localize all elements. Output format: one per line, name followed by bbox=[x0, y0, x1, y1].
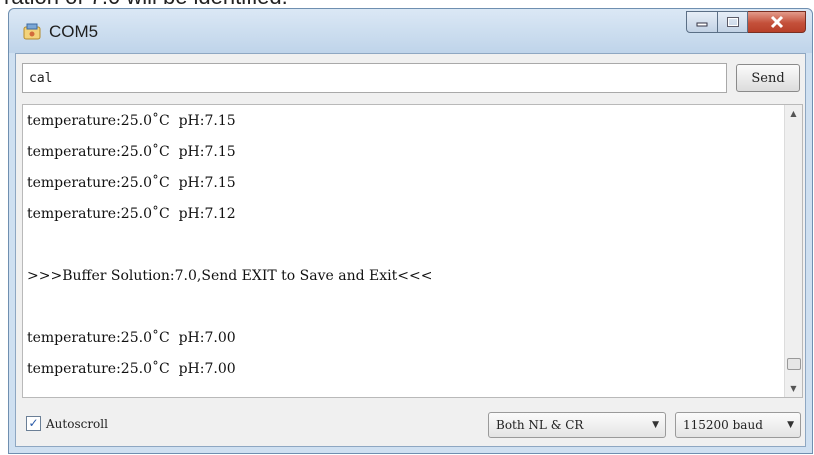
output-line-buffer-message: >>>Buffer Solution:7.0,Send EXIT to Save… bbox=[27, 268, 433, 284]
output-line: temperature:25.0˚C pH:7.15 bbox=[27, 113, 236, 129]
document-caption-fragment: ration of 7.0 will be identified. bbox=[0, 0, 814, 8]
window-title: COM5 bbox=[49, 22, 99, 41]
autoscroll-checkbox[interactable]: ✓ bbox=[26, 416, 41, 431]
maximize-icon bbox=[726, 17, 739, 27]
output-line: temperature:25.0˚C pH:7.12 bbox=[27, 206, 236, 222]
close-icon bbox=[770, 15, 783, 29]
status-bar: ✓ Autoscroll Both NL & CR ▼ 115200 baud … bbox=[16, 404, 805, 444]
output-line: temperature:25.0˚C pH:7.00 bbox=[27, 330, 236, 346]
close-button[interactable] bbox=[748, 11, 806, 33]
minimize-button[interactable] bbox=[686, 11, 718, 33]
serial-output[interactable]: temperature:25.0˚C pH:7.15 temperature:2… bbox=[22, 104, 803, 398]
serial-monitor-window: COM5 Send temperature:25.0˚C pH:7.15 tem… bbox=[8, 8, 813, 454]
command-input[interactable] bbox=[22, 63, 727, 93]
window-controls bbox=[686, 11, 806, 35]
output-line: temperature:25.0˚C pH:7.15 bbox=[27, 175, 236, 191]
maximize-button[interactable] bbox=[718, 11, 748, 33]
title-bar[interactable]: COM5 bbox=[9, 9, 812, 53]
minimize-icon bbox=[696, 22, 708, 27]
autoscroll-toggle[interactable]: ✓ Autoscroll bbox=[26, 416, 108, 431]
send-bar: Send bbox=[16, 54, 805, 104]
vertical-scrollbar[interactable]: ▲ ▼ bbox=[784, 105, 802, 397]
chevron-down-icon: ▼ bbox=[652, 420, 659, 430]
scrollbar-thumb[interactable] bbox=[787, 358, 801, 370]
chevron-down-icon: ▼ bbox=[787, 420, 794, 430]
output-line: temperature:25.0˚C pH:7.15 bbox=[27, 144, 236, 160]
line-ending-value: Both NL & CR bbox=[496, 418, 584, 432]
scroll-down-arrow-icon[interactable]: ▼ bbox=[785, 380, 802, 397]
line-ending-dropdown[interactable]: Both NL & CR ▼ bbox=[488, 412, 666, 438]
serial-monitor-app-icon bbox=[23, 23, 41, 40]
baud-rate-dropdown[interactable]: 115200 baud ▼ bbox=[675, 412, 801, 438]
client-area: Send temperature:25.0˚C pH:7.15 temperat… bbox=[15, 53, 806, 447]
output-line: temperature:25.0˚C pH:7.00 bbox=[27, 361, 236, 377]
send-button[interactable]: Send bbox=[736, 64, 800, 92]
scroll-up-arrow-icon[interactable]: ▲ bbox=[785, 105, 802, 122]
autoscroll-label: Autoscroll bbox=[46, 416, 108, 431]
baud-rate-value: 115200 baud bbox=[683, 418, 763, 432]
